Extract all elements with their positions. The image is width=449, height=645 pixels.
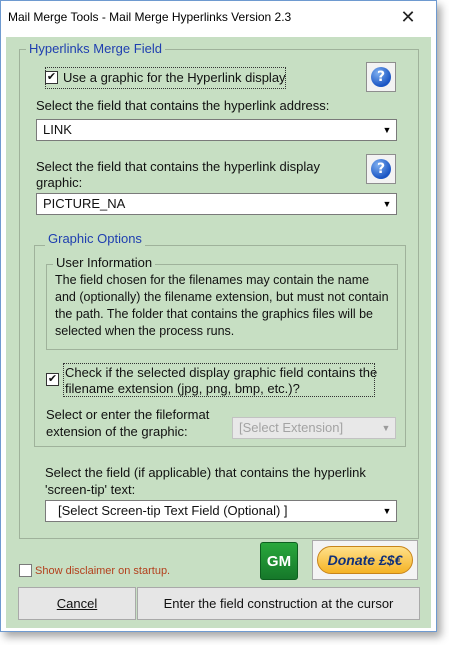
- donate-label: Donate £$€: [317, 546, 413, 574]
- screentip-field-select[interactable]: [Select Screen-tip Text Field (Optional)…: [45, 500, 397, 522]
- dropdown-arrow-icon[interactable]: ▼: [379, 420, 393, 436]
- dialog-client-area: Hyperlinks Merge Field ✔ Use a graphic f…: [6, 37, 431, 628]
- question-mark-icon: ?: [371, 159, 391, 179]
- fileformat-extension-value: [Select Extension]: [239, 420, 344, 435]
- graphic-field-prompt-line2: graphic:: [36, 175, 83, 190]
- close-icon[interactable]: ✕: [387, 3, 429, 31]
- graphic-options-legend: Graphic Options: [45, 232, 145, 246]
- extension-check-label-line2[interactable]: filename extension (jpg, png, bmp, etc.)…: [65, 381, 300, 397]
- cancel-button-label: Cancel: [56, 596, 98, 611]
- graphic-field-value: PICTURE_NA: [43, 196, 126, 211]
- show-disclaimer-label[interactable]: Show disclaimer on startup.: [35, 563, 170, 579]
- hyperlinks-group-legend: Hyperlinks Merge Field: [26, 42, 165, 56]
- address-field-prompt: Select the field that contains the hyper…: [36, 98, 330, 113]
- show-disclaimer-checkbox[interactable]: [19, 564, 32, 577]
- dropdown-arrow-icon[interactable]: ▼: [380, 122, 394, 138]
- fileformat-prompt-line1: Select or enter the fileformat: [46, 407, 210, 422]
- use-graphic-help-button[interactable]: ?: [366, 62, 396, 92]
- use-graphic-label[interactable]: Use a graphic for the Hyperlink display: [63, 70, 286, 86]
- extension-checkbox[interactable]: ✔: [46, 373, 59, 386]
- extension-check-label-line1[interactable]: Check if the selected display graphic fi…: [65, 365, 377, 381]
- question-mark-icon: ?: [371, 67, 391, 87]
- enter-field-construction-button[interactable]: Enter the field construction at the curs…: [137, 587, 420, 620]
- graphic-field-help-button[interactable]: ?: [366, 154, 396, 184]
- donate-button[interactable]: Donate £$€: [312, 540, 418, 580]
- dropdown-arrow-icon[interactable]: ▼: [380, 196, 394, 212]
- gm-button[interactable]: GM: [260, 542, 298, 580]
- screentip-field-value: [Select Screen-tip Text Field (Optional)…: [58, 503, 288, 518]
- screentip-prompt-line2: 'screen-tip' text:: [45, 482, 136, 497]
- user-information-text: The field chosen for the filenames may c…: [55, 273, 389, 338]
- screentip-prompt-line1: Select the field (if applicable) that co…: [45, 465, 366, 480]
- checkmark-icon: ✔: [46, 71, 57, 83]
- address-field-select[interactable]: LINK ▼: [36, 119, 397, 141]
- use-graphic-checkbox[interactable]: ✔: [45, 71, 58, 84]
- dialog-window: Mail Merge Tools - Mail Merge Hyperlinks…: [0, 0, 437, 632]
- graphic-field-prompt-line1: Select the field that contains the hyper…: [36, 159, 321, 174]
- checkmark-icon: ✔: [47, 373, 58, 385]
- title-bar: Mail Merge Tools - Mail Merge Hyperlinks…: [1, 1, 436, 37]
- window-title: Mail Merge Tools - Mail Merge Hyperlinks…: [8, 10, 292, 24]
- address-field-value: LINK: [43, 122, 72, 137]
- enter-button-label: Enter the field construction at the curs…: [163, 596, 394, 611]
- dropdown-arrow-icon[interactable]: ▼: [380, 503, 394, 519]
- user-information-legend: User Information: [53, 256, 156, 270]
- cancel-button[interactable]: Cancel: [18, 587, 136, 620]
- fileformat-prompt-line2: extension of the graphic:: [46, 424, 188, 439]
- graphic-field-select[interactable]: PICTURE_NA ▼: [36, 193, 397, 215]
- fileformat-extension-select[interactable]: [Select Extension] ▼: [232, 417, 396, 439]
